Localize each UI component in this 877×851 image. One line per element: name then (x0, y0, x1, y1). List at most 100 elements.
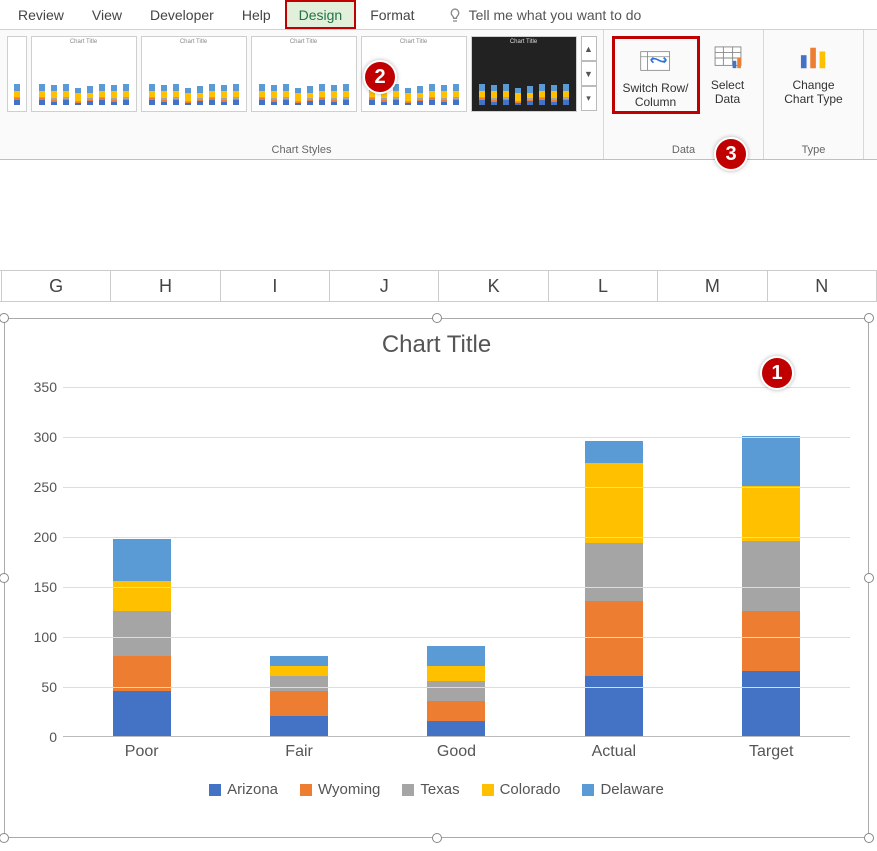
stacked-bar[interactable] (742, 436, 800, 736)
plot-area[interactable]: 050100150200250300350 (23, 387, 850, 737)
column-header[interactable]: G (2, 271, 111, 301)
change-chart-type-icon (799, 44, 829, 72)
tab-help[interactable]: Help (228, 0, 285, 29)
switch-row-column-button[interactable]: Switch Row/ Column (612, 36, 700, 114)
legend-label: Wyoming (318, 781, 380, 798)
chart-style-thumb[interactable]: Chart Title (251, 36, 357, 112)
switch-label-line2: Column (635, 95, 676, 109)
gallery-scroll-button[interactable]: ▾ (581, 86, 597, 111)
bar-segment[interactable] (742, 486, 800, 541)
resize-handle[interactable] (864, 833, 874, 843)
chart-style-thumb[interactable]: Chart Title (31, 36, 137, 112)
resize-handle[interactable] (864, 573, 874, 583)
x-tick-label: Fair (249, 743, 349, 761)
bar-segment[interactable] (427, 721, 485, 736)
chart-style-thumb[interactable]: Chart Title (141, 36, 247, 112)
legend-swatch (582, 784, 594, 796)
tab-view[interactable]: View (78, 0, 136, 29)
tell-me[interactable]: Tell me what you want to do (447, 7, 642, 23)
column-header[interactable]: L (549, 271, 658, 301)
bar-segment[interactable] (427, 681, 485, 701)
chart-title[interactable]: Chart Title (5, 331, 868, 359)
bar-segment[interactable] (270, 716, 328, 736)
tab-format[interactable]: Format (356, 0, 428, 29)
stacked-bar[interactable] (270, 656, 328, 736)
bar-segment[interactable] (270, 676, 328, 691)
chart-styles-label: Chart Styles (272, 140, 332, 156)
legend-label: Arizona (227, 781, 278, 798)
bar-segment[interactable] (585, 441, 643, 463)
bar-segment[interactable] (585, 676, 643, 736)
bar-segment[interactable] (113, 581, 171, 611)
column-header[interactable]: M (658, 271, 767, 301)
bar-segment[interactable] (585, 463, 643, 543)
tab-developer[interactable]: Developer (136, 0, 228, 29)
resize-handle[interactable] (864, 313, 874, 323)
resize-handle[interactable] (0, 833, 9, 843)
x-tick-label: Poor (92, 743, 192, 761)
y-tick: 150 (34, 579, 57, 595)
column-header[interactable]: K (439, 271, 548, 301)
column-header[interactable]: H (111, 271, 220, 301)
bar-segment[interactable] (113, 611, 171, 656)
chart-object[interactable]: Chart Title 050100150200250300350 PoorFa… (4, 318, 869, 838)
chart-style-thumb[interactable] (7, 36, 27, 112)
bar-slot (721, 387, 821, 736)
gallery-scroll-button[interactable]: ▲ (581, 36, 597, 61)
bar-segment[interactable] (113, 656, 171, 691)
y-tick: 250 (34, 479, 57, 495)
bar-segment[interactable] (742, 671, 800, 736)
change-chart-type-button[interactable]: Change Chart Type (769, 36, 859, 108)
bar-segment[interactable] (270, 656, 328, 666)
grid-line (63, 687, 850, 688)
gallery-scroll-button[interactable]: ▼ (581, 61, 597, 86)
chart-selection[interactable]: Chart Title 050100150200250300350 PoorFa… (4, 318, 869, 838)
column-header[interactable]: N (768, 271, 877, 301)
legend[interactable]: Arizona Wyoming Texas Colorado Delaware (5, 781, 868, 798)
legend-item[interactable]: Texas (402, 781, 459, 798)
tab-review[interactable]: Review (4, 0, 78, 29)
bar-segment[interactable] (742, 436, 800, 486)
plot (63, 387, 850, 737)
resize-handle[interactable] (432, 833, 442, 843)
column-header[interactable]: I (221, 271, 330, 301)
stacked-bar[interactable] (585, 441, 643, 736)
legend-item[interactable]: Wyoming (300, 781, 380, 798)
legend-item[interactable]: Colorado (482, 781, 561, 798)
bar-segment[interactable] (270, 691, 328, 716)
bar-segment[interactable] (427, 701, 485, 721)
column-header[interactable]: J (330, 271, 439, 301)
y-tick: 100 (34, 629, 57, 645)
y-tick: 0 (49, 729, 57, 745)
callout-badge-1: 1 (760, 356, 794, 390)
legend-item[interactable]: Arizona (209, 781, 278, 798)
select-label-line1: Select (711, 78, 744, 92)
select-data-button[interactable]: Select Data (700, 36, 756, 108)
grid-line (63, 537, 850, 538)
chart-styles-gallery[interactable]: Chart TitleChart TitleChart TitleChart T… (3, 30, 601, 140)
bar-segment[interactable] (427, 646, 485, 666)
legend-item[interactable]: Delaware (582, 781, 663, 798)
bar-slot (406, 387, 506, 736)
stacked-bar[interactable] (427, 646, 485, 736)
resize-handle[interactable] (432, 313, 442, 323)
bar-segment[interactable] (113, 691, 171, 736)
bar-segment[interactable] (742, 611, 800, 671)
tab-design[interactable]: Design (285, 0, 357, 29)
bar-segment[interactable] (585, 543, 643, 601)
x-tick-label: Target (721, 743, 821, 761)
grid-line (63, 487, 850, 488)
legend-label: Delaware (600, 781, 663, 798)
ribbon: Chart TitleChart TitleChart TitleChart T… (0, 30, 877, 160)
chart-style-thumb[interactable]: Chart Title (471, 36, 577, 112)
bar-segment[interactable] (427, 666, 485, 681)
bar-segment[interactable] (742, 541, 800, 611)
ribbon-tabs: Review View Developer Help Design Format… (0, 0, 877, 30)
bar-segment[interactable] (113, 539, 171, 581)
bar-segment[interactable] (270, 666, 328, 676)
column-header-row: GHIJKLMN (0, 270, 877, 302)
switch-label-line1: Switch Row/ (622, 81, 688, 95)
legend-swatch (402, 784, 414, 796)
y-axis: 050100150200250300350 (23, 387, 63, 737)
bar-segment[interactable] (585, 601, 643, 676)
